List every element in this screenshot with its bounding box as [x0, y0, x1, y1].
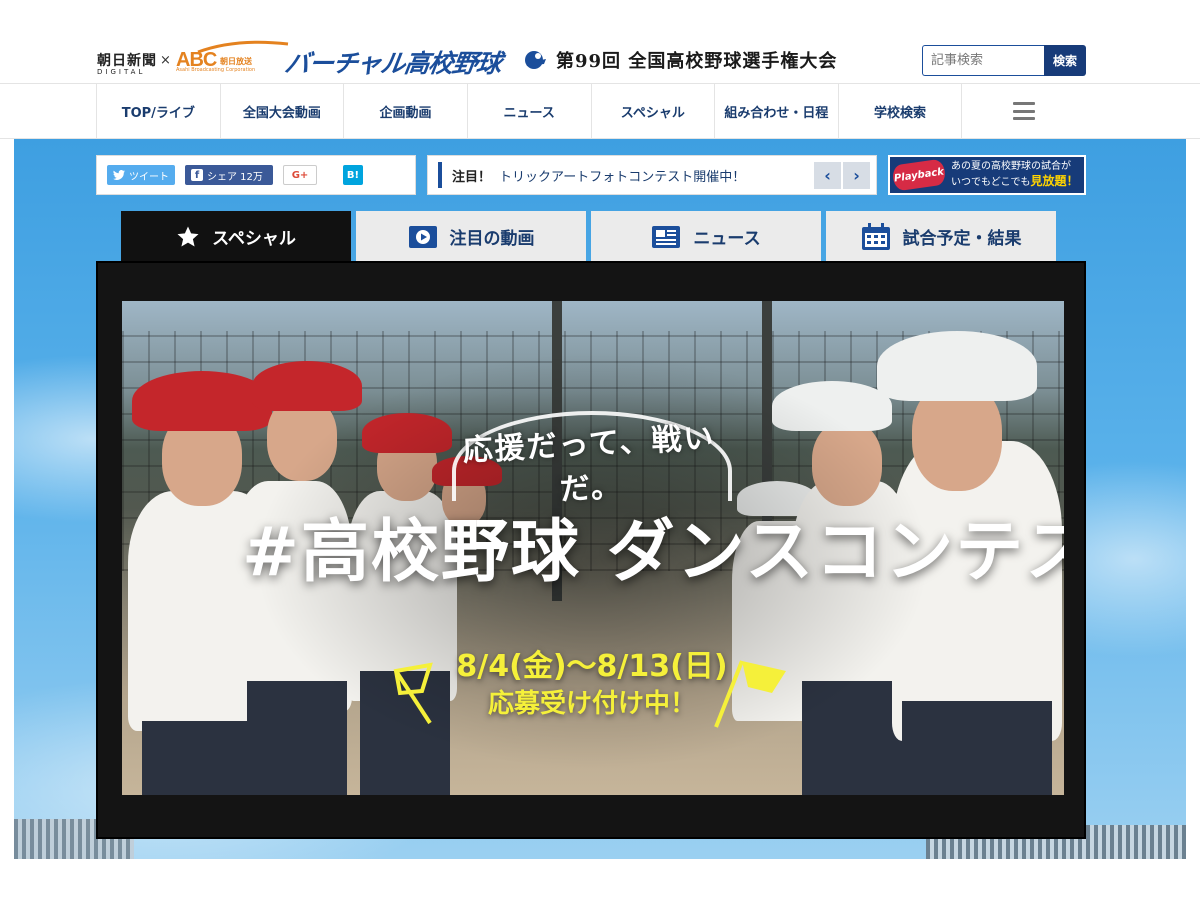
tab-label: ニュース	[693, 229, 761, 249]
nav-item-school-search[interactable]: 学校検索	[839, 84, 963, 138]
tournament-title[interactable]: 第99回 全国高校野球選手権大会	[522, 46, 837, 74]
content-tabs: スペシャル 注目の動画 ニュース 試合予定・結果	[121, 211, 1056, 262]
tab-news[interactable]: ニュース	[591, 211, 821, 262]
nav-item-schedule[interactable]: 組み合わせ・日程	[715, 84, 839, 138]
facebook-share-label: シェア 12万	[207, 171, 263, 183]
calendar-icon	[861, 222, 890, 250]
logo-separator: ×	[160, 53, 171, 68]
tab-label: スペシャル	[212, 229, 296, 249]
nav-item-special[interactable]: スペシャル	[592, 84, 716, 138]
chevron-right-icon: ›	[853, 166, 860, 185]
abc-channel-text: 朝日放送	[220, 57, 252, 66]
flag-icon	[714, 660, 786, 728]
star-icon	[177, 226, 199, 246]
tweet-label: ツイート	[129, 171, 169, 183]
hamburger-icon	[1013, 102, 1036, 120]
nav-item-feature-videos[interactable]: 企画動画	[344, 84, 468, 138]
featured-panel: 応援だって、戦いだ。 #高校野球 ダンスコンテスト 8/4(金)〜8/13(日)…	[96, 261, 1086, 839]
tab-schedule-results[interactable]: 試合予定・結果	[826, 211, 1056, 262]
tweet-button[interactable]: ツイート	[107, 165, 175, 185]
nav-item-top-live[interactable]: TOP/ライブ	[97, 84, 221, 138]
playback-highlight: 見放題！	[1030, 174, 1079, 188]
notice-label: 注目！	[452, 169, 492, 185]
article-search: 検索	[922, 45, 1086, 76]
notice-ticker: 注目！ トリックアートフォトコンテスト開催中！ ‹ ›	[427, 155, 877, 195]
abc-logo[interactable]: ABC 朝日放送 Asahi Broadcasting Corporation	[176, 40, 289, 74]
nav-item-tournament-videos[interactable]: 全国大会動画	[221, 84, 345, 138]
playback-logo: Playback	[891, 158, 947, 192]
twitter-bird-icon	[113, 170, 125, 180]
asahi-logo-text: 朝日新聞	[97, 53, 157, 69]
tab-label: 試合予定・結果	[902, 229, 1022, 249]
notice-link[interactable]: トリックアートフォトコンテスト開催中！	[499, 166, 745, 185]
search-button[interactable]: 検索	[1044, 45, 1086, 76]
playback-banner[interactable]: Playback あの夏の高校野球の試合が いつでもどこでも見放題！	[888, 155, 1086, 195]
search-input[interactable]	[922, 45, 1044, 76]
playback-text: あの夏の高校野球の試合が いつでもどこでも見放題！	[951, 160, 1079, 190]
facebook-icon: f	[191, 169, 203, 181]
baseball-cap-icon	[525, 51, 546, 69]
asahi-logo-sub: DIGITAL	[97, 68, 146, 76]
site-header: 朝日新聞 DIGITAL × ABC 朝日放送 Asahi Broadcasti…	[0, 0, 1200, 84]
tab-featured-videos[interactable]: 注目の動画	[356, 211, 586, 262]
playback-line1: あの夏の高校野球の試合が	[951, 161, 1071, 172]
abc-logo-sub: Asahi Broadcasting Corporation	[176, 67, 256, 73]
menu-button[interactable]	[962, 84, 1086, 138]
dance-contest-banner[interactable]: 応援だって、戦いだ。 #高校野球 ダンスコンテスト 8/4(金)〜8/13(日)…	[122, 301, 1064, 795]
banner-headline: #高校野球 ダンスコンテスト	[242, 513, 1064, 592]
playback-line2: いつでもどこでも	[951, 177, 1031, 188]
site-logo[interactable]: バーチャル高校野球	[282, 44, 503, 80]
nav-item-news[interactable]: ニュース	[468, 84, 592, 138]
hatena-bookmark-button[interactable]: B!	[343, 165, 363, 185]
newspaper-icon	[652, 225, 681, 248]
google-plus-button[interactable]: G+	[283, 165, 317, 185]
tab-label: 注目の動画	[449, 229, 535, 249]
tab-special[interactable]: スペシャル	[121, 211, 351, 262]
play-icon	[408, 225, 437, 248]
notice-accent-bar	[438, 162, 442, 188]
share-bar: ツイート f シェア 12万 G+ B!	[96, 155, 416, 195]
chevron-left-icon: ‹	[824, 166, 831, 185]
global-nav: TOP/ライブ 全国大会動画 企画動画 ニュース スペシャル 組み合わせ・日程 …	[0, 83, 1200, 139]
facebook-share-button[interactable]: f シェア 12万	[185, 165, 273, 185]
asahi-digital-logo[interactable]: 朝日新聞 DIGITAL	[97, 50, 157, 76]
notice-next-button[interactable]: ›	[843, 162, 870, 189]
tournament-title-text: 第99回 全国高校野球選手権大会	[556, 51, 838, 72]
hero-area: ツイート f シェア 12万 G+ B! 注目！ トリックアートフォトコンテスト…	[14, 139, 1186, 859]
notice-prev-button[interactable]: ‹	[814, 162, 841, 189]
